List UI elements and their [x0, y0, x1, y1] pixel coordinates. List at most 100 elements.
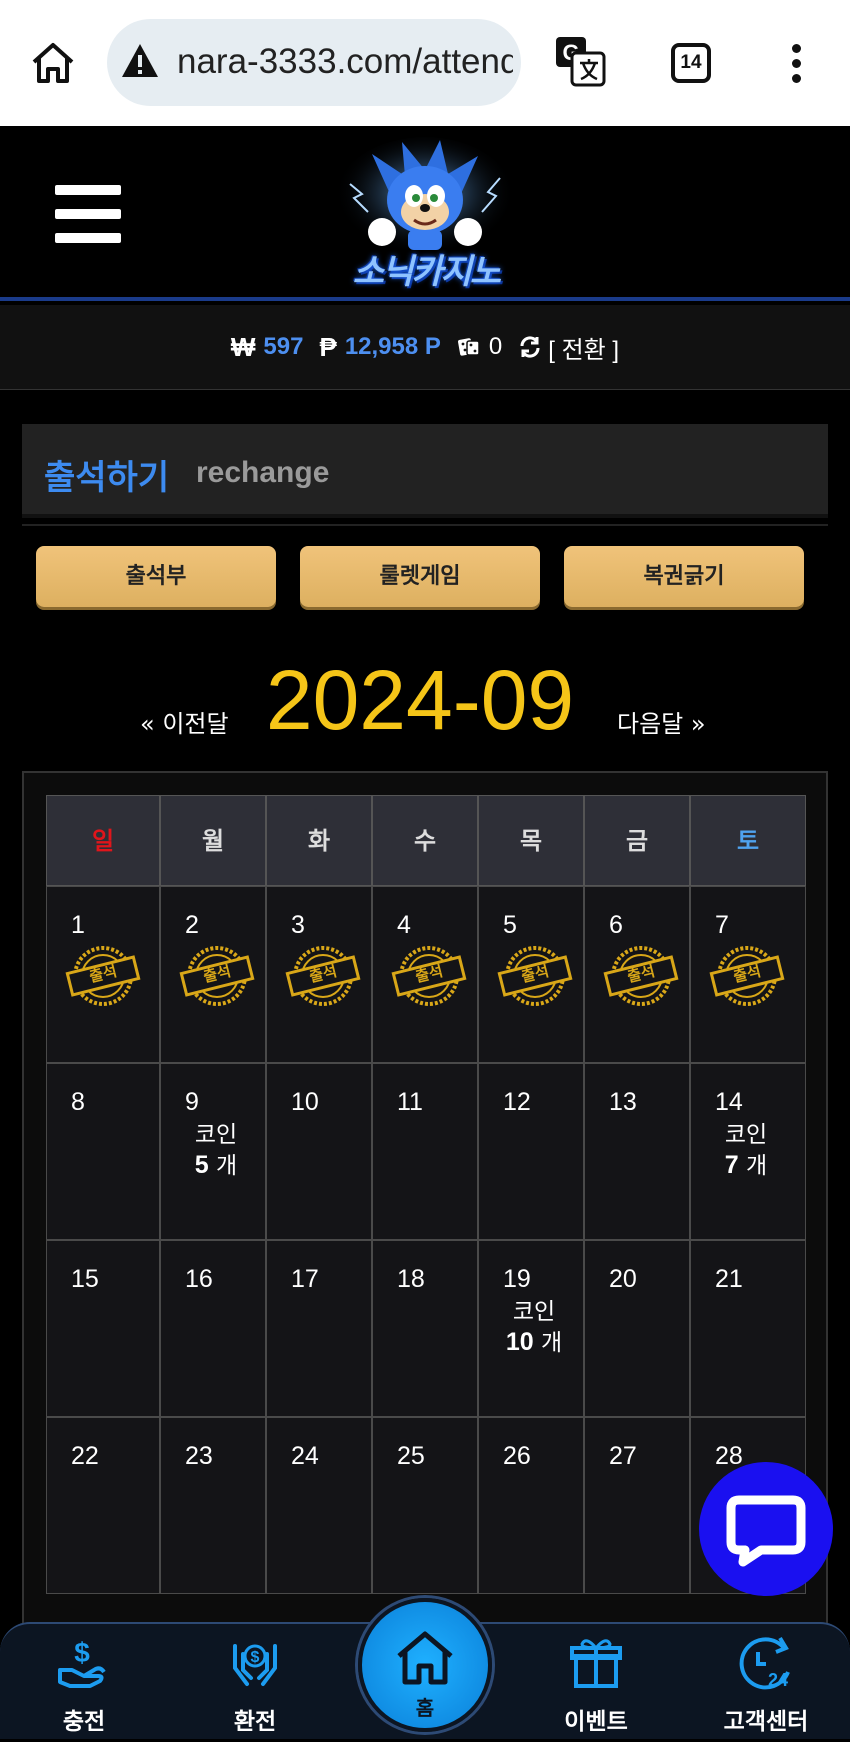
nav-support-label[interactable]: 고객센터 — [706, 1702, 826, 1736]
home-icon — [397, 1631, 453, 1685]
nav-event-label[interactable]: 이벤트 — [536, 1702, 656, 1736]
tab-attendance[interactable]: 출석부 — [36, 546, 276, 607]
calendar-day-cell: 12 — [478, 1063, 584, 1240]
day-number: 6 — [609, 911, 623, 939]
day-number: 26 — [503, 1442, 531, 1470]
calendar-day-cell: 8 — [46, 1063, 160, 1240]
point-value: 12,958 P — [344, 333, 441, 360]
day-number: 15 — [71, 1265, 99, 1293]
calendar-day-cell: 2 출석 — [160, 886, 266, 1063]
calendar-day-cell: 1 출석 — [46, 886, 160, 1063]
url-text[interactable]: nara-3333.com/attendance — [177, 41, 513, 83]
attendance-stamp-icon: 출석 — [709, 943, 785, 1009]
svg-text:24: 24 — [768, 1670, 788, 1690]
coin-label: 코인 — [724, 1122, 768, 1148]
day-number: 3 — [291, 911, 305, 939]
calendar-day-cell: 13 — [584, 1063, 690, 1240]
nav-event[interactable]: 이벤트 — [536, 1632, 656, 1742]
coin-unit: 개 — [746, 1153, 768, 1179]
coin-amount-line: 7 개 — [711, 1150, 781, 1181]
calendar-day-cell: 5 출석 — [478, 886, 584, 1063]
coin-amount-line: 5 개 — [181, 1150, 251, 1181]
nav-home-label[interactable]: 홈 — [362, 1692, 488, 1721]
day-number: 1 — [71, 911, 85, 939]
day-number: 2 — [185, 911, 199, 939]
calendar-day-cell: 4 출석 — [372, 886, 478, 1063]
nav-withdraw-label[interactable]: 환전 — [195, 1702, 315, 1736]
nav-deposit-label[interactable]: 충전 — [24, 1702, 144, 1736]
calendar-day-cell: 16 — [160, 1240, 266, 1417]
support-24-icon: 24 — [739, 1636, 790, 1690]
nav-withdraw[interactable]: $ 환전 — [195, 1632, 315, 1742]
calendar-day-cell: 14 코인 7 개 — [690, 1063, 806, 1240]
attendance-stamp-icon: 출석 — [391, 943, 467, 1009]
dice-value: 0 — [488, 333, 503, 360]
logo-text: 소닉카지노 — [352, 252, 501, 292]
exchange-hands-icon: $ — [233, 1644, 277, 1686]
svg-text:$: $ — [251, 1649, 260, 1666]
prev-month-link[interactable]: « 이전달 — [140, 704, 229, 739]
warning-icon[interactable] — [120, 42, 160, 80]
tab-switcher-button[interactable]: 14 — [671, 43, 711, 83]
divider — [22, 524, 828, 526]
nav-support[interactable]: 24 고객센터 — [706, 1632, 826, 1742]
calendar-day-cell: 10 — [266, 1063, 372, 1240]
coin-reward: 코인 10 개 — [499, 1297, 569, 1358]
day-number: 17 — [291, 1265, 319, 1293]
balance-bar: ₩ 597 ₱ 12,958 P 0 [ 전환 ] — [0, 305, 850, 390]
attendance-stamp-icon: 출석 — [603, 943, 679, 1009]
live-chat-button[interactable] — [699, 1462, 833, 1596]
calendar-day-cell: 27 — [584, 1417, 690, 1594]
browser-menu-icon[interactable] — [790, 44, 802, 84]
day-number: 23 — [185, 1442, 213, 1470]
calendar-week-row: 15 16 17 18 19 코인 10 개 20 21 — [46, 1240, 806, 1417]
tab-roulette[interactable]: 룰렛게임 — [300, 546, 540, 607]
day-number: 10 — [291, 1088, 319, 1116]
weekday-label: 금 — [584, 795, 690, 886]
hamburger-menu-icon[interactable] — [55, 185, 121, 243]
convert-label[interactable]: [ 전환 ] — [548, 330, 619, 365]
dice-balance: 0 — [457, 333, 502, 361]
day-number: 8 — [71, 1088, 85, 1116]
weekday-label: 목 — [478, 795, 584, 886]
day-number: 4 — [397, 911, 411, 939]
day-number: 24 — [291, 1442, 319, 1470]
coin-unit: 개 — [540, 1330, 563, 1356]
day-number: 14 — [715, 1088, 743, 1116]
tab-lottery[interactable]: 복권긁기 — [564, 546, 804, 607]
day-number: 18 — [397, 1265, 425, 1293]
calendar-day-cell: 22 — [46, 1417, 160, 1594]
day-number: 5 — [503, 911, 517, 939]
browser-home-icon[interactable] — [28, 38, 78, 88]
translate-icon[interactable]: G — [554, 35, 606, 87]
site-header: 소닉카지노 — [0, 126, 850, 301]
coin-amount-line: 10 개 — [499, 1327, 569, 1358]
svg-text:$: $ — [74, 1637, 90, 1668]
calendar-grid: 일월화수목금토 1 출석 2 출석 3 출석 4 출석 5 출석 6 출석 7 출석 8 9 코인 5 개 10 11… — [46, 795, 806, 1594]
calendar-day-cell: 24 — [266, 1417, 372, 1594]
site-logo[interactable]: 소닉카지노 — [310, 134, 540, 292]
coin-reward: 코인 7 개 — [711, 1120, 781, 1181]
next-month-link[interactable]: 다음달 » — [617, 704, 706, 739]
convert-button[interactable]: [ 전환 ] — [518, 330, 619, 365]
month-title: 2024-09 — [265, 653, 575, 747]
coin-label: 코인 — [512, 1299, 556, 1325]
nav-deposit[interactable]: $ 충전 — [24, 1632, 144, 1742]
dice-icon — [457, 338, 480, 356]
coin-amount: 7 — [724, 1151, 739, 1179]
won-icon: ₩ — [230, 331, 256, 362]
page-title: 출석하기 — [44, 458, 170, 498]
day-number: 27 — [609, 1442, 637, 1470]
weekday-label: 일 — [46, 795, 160, 886]
attendance-stamp-icon: 출석 — [65, 943, 141, 1009]
calendar-day-cell: 21 — [690, 1240, 806, 1417]
money-balance: ₩ 597 — [231, 332, 304, 363]
calendar-day-cell: 9 코인 5 개 — [160, 1063, 266, 1240]
deposit-hand-icon: $ — [58, 1637, 106, 1688]
nav-home[interactable]: 홈 — [358, 1598, 492, 1732]
calendar-day-cell: 7 출석 — [690, 886, 806, 1063]
weekday-label: 화 — [266, 795, 372, 886]
coin-amount: 5 — [194, 1151, 209, 1179]
day-number: 16 — [185, 1265, 213, 1293]
address-bar[interactable]: nara-3333.com/attendance — [107, 19, 521, 106]
